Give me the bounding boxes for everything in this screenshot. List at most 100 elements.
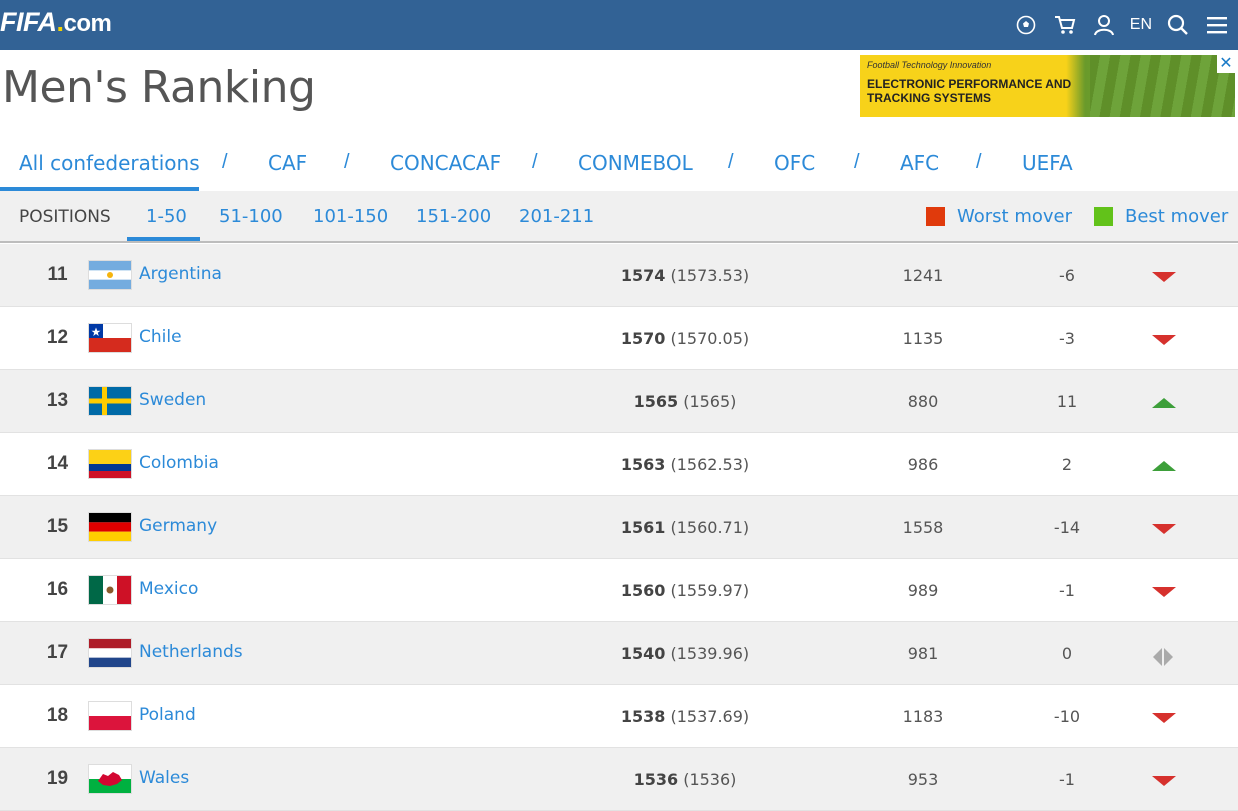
table-row: 17 Netherlands 1540 (1539.96) 981 0 <box>0 622 1238 685</box>
points-rounded: 1563 <box>620 455 666 474</box>
team-link[interactable]: Mexico <box>139 579 198 599</box>
total-points: 1574 (1573.53) <box>560 266 810 285</box>
team-link[interactable]: Wales <box>139 768 189 788</box>
positions-tab-1-50[interactable]: 1-50 <box>146 206 187 227</box>
total-points: 1536 (1536) <box>560 770 810 789</box>
team-link[interactable]: Colombia <box>139 453 219 473</box>
search-icon[interactable] <box>1165 12 1191 38</box>
tab-separator: / <box>532 151 538 173</box>
positions-label: POSITIONS <box>19 207 111 227</box>
user-icon[interactable] <box>1091 12 1117 38</box>
table-row: 19 Wales 1536 (1536) 953 -1 <box>0 748 1238 811</box>
tab-ofc[interactable]: OFC <box>774 140 815 175</box>
team-link[interactable]: Poland <box>139 705 196 725</box>
points-rounded: 1538 <box>620 707 666 726</box>
colombia-flag-icon <box>89 450 131 478</box>
table-row: 18 Poland 1538 (1537.69) 1183 -10 <box>0 685 1238 748</box>
points-rounded: 1570 <box>620 329 666 348</box>
rank-number: 18 <box>46 705 69 726</box>
points-movement: -1 <box>1059 770 1075 789</box>
germany-flag-icon <box>89 513 131 541</box>
logo-dot: . <box>56 7 65 37</box>
menu-icon[interactable] <box>1204 12 1230 38</box>
previous-points: 953 <box>907 770 939 789</box>
worst-mover-swatch <box>926 207 945 226</box>
tab-separator: / <box>854 151 860 173</box>
poland-flag-icon <box>89 702 131 730</box>
ball-icon[interactable] <box>1013 12 1039 38</box>
best-mover-label[interactable]: Best mover <box>1125 206 1228 227</box>
points-movement: -10 <box>1053 707 1081 726</box>
points-rounded: 1540 <box>620 644 666 663</box>
previous-points: 1183 <box>902 707 944 726</box>
ad-headline: ELECTRONIC PERFORMANCE AND TRACKING SYST… <box>867 77 1072 105</box>
close-icon[interactable]: ✕ <box>1217 55 1235 73</box>
tab-afc[interactable]: AFC <box>900 140 939 175</box>
best-mover-swatch <box>1094 207 1113 226</box>
sweden-flag-icon <box>89 387 131 415</box>
positions-tab-51-100[interactable]: 51-100 <box>219 206 283 227</box>
points-rounded: 1565 <box>633 392 679 411</box>
previous-points: 880 <box>907 392 939 411</box>
trend-down-icon <box>1152 333 1176 351</box>
total-points: 1563 (1562.53) <box>560 455 810 474</box>
tab-separator: / <box>728 151 734 173</box>
total-points: 1538 (1537.69) <box>560 707 810 726</box>
previous-points: 981 <box>907 644 939 663</box>
trend-down-icon <box>1152 774 1176 792</box>
total-points: 1570 (1570.05) <box>560 329 810 348</box>
rank-number: 16 <box>46 579 69 600</box>
fifa-logo[interactable]: FIFA.com <box>0 7 112 38</box>
cart-icon[interactable] <box>1052 12 1078 38</box>
points-rounded: 1561 <box>620 518 666 537</box>
rank-number: 19 <box>46 768 69 789</box>
ad-banner[interactable]: Football Technology Innovation ELECTRONI… <box>860 55 1235 117</box>
top-navigation-bar: FIFA.com EN <box>0 0 1238 50</box>
team-link[interactable]: Chile <box>139 327 182 347</box>
points-exact: (1536) <box>683 770 737 789</box>
logo-suffix-text: com <box>63 10 112 37</box>
positions-tab-101-150[interactable]: 101-150 <box>313 206 388 227</box>
netherlands-flag-icon <box>89 639 131 667</box>
tab-concacaf[interactable]: CONCACAF <box>390 140 501 175</box>
tab-uefa[interactable]: UEFA <box>1022 140 1073 175</box>
tab-conmebol[interactable]: CONMEBOL <box>578 140 693 175</box>
points-movement: -1 <box>1059 581 1075 600</box>
points-rounded: 1560 <box>620 581 666 600</box>
positions-tab-151-200[interactable]: 151-200 <box>416 206 491 227</box>
team-link[interactable]: Sweden <box>139 390 206 410</box>
tab-separator: / <box>344 151 350 173</box>
total-points: 1540 (1539.96) <box>560 644 810 663</box>
total-points: 1565 (1565) <box>560 392 810 411</box>
previous-points: 1241 <box>902 266 944 285</box>
confederation-tabs: All confederations / CAF / CONCACAF / CO… <box>0 140 1238 191</box>
positions-bar: POSITIONS 1-50 51-100 101-150 151-200 20… <box>0 191 1238 243</box>
team-link[interactable]: Netherlands <box>139 642 243 662</box>
total-points: 1560 (1559.97) <box>560 581 810 600</box>
team-link[interactable]: Argentina <box>139 264 222 284</box>
logo-main-text: FIFA <box>0 7 57 37</box>
rank-number: 12 <box>46 327 69 348</box>
tab-caf[interactable]: CAF <box>268 140 307 175</box>
ad-pitch-image <box>1090 55 1235 117</box>
table-row: 14 Colombia 1563 (1562.53) 986 2 <box>0 433 1238 496</box>
points-exact: (1559.97) <box>670 581 750 600</box>
previous-points: 1558 <box>902 518 944 537</box>
positions-tab-201-211[interactable]: 201-211 <box>519 206 594 227</box>
tab-separator: / <box>976 151 982 173</box>
page-title: Men's Ranking <box>2 62 316 113</box>
trend-same-icon <box>1152 648 1174 671</box>
language-selector[interactable]: EN <box>1130 16 1152 34</box>
trend-down-icon <box>1152 522 1176 540</box>
points-exact: (1565) <box>683 392 737 411</box>
points-movement: 11 <box>1056 392 1078 411</box>
team-link[interactable]: Germany <box>139 516 217 536</box>
trend-up-icon <box>1152 396 1176 414</box>
points-movement: -3 <box>1059 329 1075 348</box>
rank-number: 11 <box>47 264 68 285</box>
tab-all-confederations[interactable]: All confederations <box>19 140 200 175</box>
trend-down-icon <box>1152 585 1176 603</box>
worst-mover-label[interactable]: Worst mover <box>957 206 1072 227</box>
argentina-flag-icon <box>89 261 131 289</box>
previous-points: 989 <box>907 581 939 600</box>
